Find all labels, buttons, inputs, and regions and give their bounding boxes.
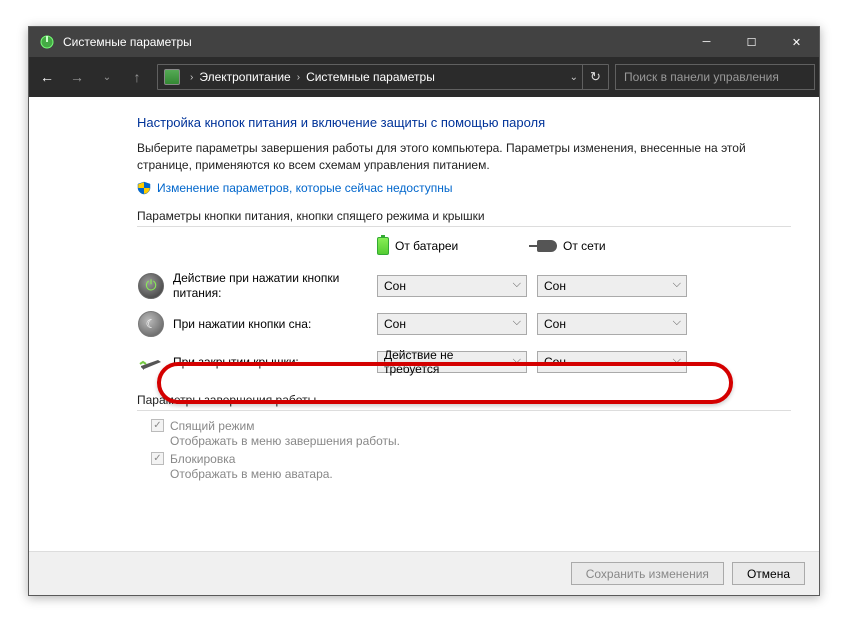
cancel-button[interactable]: Отмена — [732, 562, 805, 585]
checkbox-lock-desc: Отображать в меню аватара. — [170, 467, 791, 481]
page-description: Выберите параметры завершения работы для… — [137, 140, 791, 175]
select-sleep-battery[interactable]: Сон — [377, 313, 527, 335]
checkbox-sleep-label: Спящий режим — [170, 419, 254, 433]
page-heading: Настройка кнопок питания и включение защ… — [137, 115, 791, 130]
row-lid-close: При закрытии крышки: Действие не требует… — [137, 343, 791, 381]
breadcrumb-power[interactable]: Электропитание — [197, 70, 292, 84]
content-area: Настройка кнопок питания и включение защ… — [29, 97, 819, 551]
check-sleep-mode: ✓ Спящий режим Отображать в меню заверше… — [151, 419, 791, 448]
laptop-lid-icon — [137, 348, 165, 376]
select-lid-ac[interactable]: Сон — [537, 351, 687, 373]
forward-button[interactable]: → — [63, 63, 91, 91]
column-ac: От сети — [537, 237, 697, 255]
checkbox-sleep-desc: Отображать в меню завершения работы. — [170, 434, 791, 448]
navbar: ← → ⌄ ↑ › Электропитание › Системные пар… — [29, 57, 819, 97]
address-bar[interactable]: › Электропитание › Системные параметры ⌄… — [157, 64, 609, 90]
column-battery: От батареи — [377, 237, 537, 255]
search-input[interactable]: Поиск в панели управления — [615, 64, 815, 90]
search-placeholder: Поиск в панели управления — [624, 70, 779, 84]
label-sleep-button: При нажатии кнопки сна: — [173, 317, 377, 331]
back-button[interactable]: ← — [33, 63, 61, 91]
power-options-icon — [39, 34, 55, 50]
window-frame: Системные параметры ─ ☐ ✕ ← → ⌄ ↑ › Элек… — [28, 26, 820, 596]
maximize-button[interactable]: ☐ — [729, 27, 774, 57]
breadcrumb-system-settings[interactable]: Системные параметры — [304, 70, 437, 84]
sleep-button-icon: ☾ — [138, 311, 164, 337]
select-lid-battery[interactable]: Действие не требуется — [377, 351, 527, 373]
label-lid-close: При закрытии крышки: — [173, 355, 377, 369]
recent-dropdown[interactable]: ⌄ — [93, 63, 121, 91]
chevron-right-icon: › — [186, 72, 197, 83]
battery-icon — [377, 237, 389, 255]
section-shutdown-title: Параметры завершения работы — [137, 393, 791, 411]
close-button[interactable]: ✕ — [774, 27, 819, 57]
shield-icon — [137, 181, 151, 195]
checkbox-lock: ✓ — [151, 452, 164, 465]
label-power-button: Действие при нажатии кнопки питания: — [173, 271, 377, 300]
chevron-down-icon[interactable]: ⌄ — [566, 72, 582, 83]
select-power-ac[interactable]: Сон — [537, 275, 687, 297]
power-plan-icon — [164, 69, 180, 85]
refresh-button[interactable]: ↻ — [582, 65, 608, 89]
check-lock: ✓ Блокировка Отображать в меню аватара. — [151, 452, 791, 481]
checkbox-sleep: ✓ — [151, 419, 164, 432]
window-title: Системные параметры — [63, 35, 684, 49]
plug-icon — [537, 240, 557, 252]
footer: Сохранить изменения Отмена — [29, 551, 819, 595]
row-power-button: ⏻ Действие при нажатии кнопки питания: С… — [137, 267, 791, 305]
minimize-button[interactable]: ─ — [684, 27, 729, 57]
save-button[interactable]: Сохранить изменения — [571, 562, 724, 585]
titlebar[interactable]: Системные параметры ─ ☐ ✕ — [29, 27, 819, 57]
checkbox-lock-label: Блокировка — [170, 452, 235, 466]
section-power-buttons-title: Параметры кнопки питания, кнопки спящего… — [137, 209, 791, 227]
change-unavailable-settings-link[interactable]: Изменение параметров, которые сейчас нед… — [157, 181, 453, 195]
up-button[interactable]: ↑ — [123, 63, 151, 91]
power-button-icon: ⏻ — [138, 273, 164, 299]
chevron-right-icon: › — [293, 72, 304, 83]
row-sleep-button: ☾ При нажатии кнопки сна: Сон Сон — [137, 305, 791, 343]
select-power-battery[interactable]: Сон — [377, 275, 527, 297]
select-sleep-ac[interactable]: Сон — [537, 313, 687, 335]
